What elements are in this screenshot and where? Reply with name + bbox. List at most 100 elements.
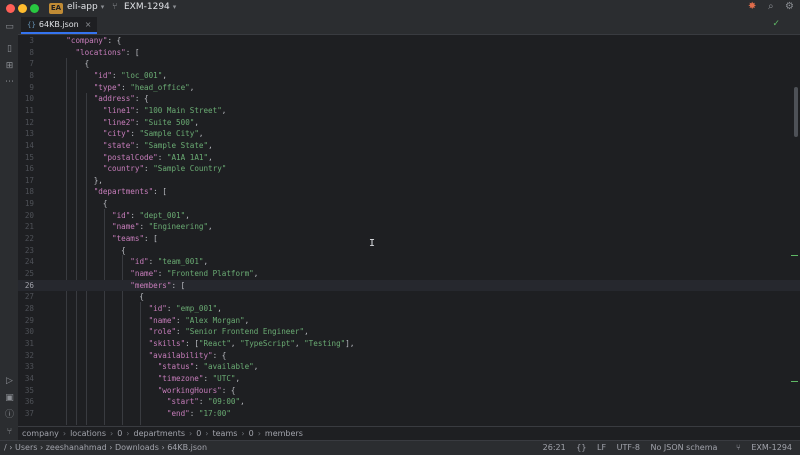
text-cursor-icon: I xyxy=(369,238,376,249)
code-line[interactable]: 28 "id": "emp_001", xyxy=(18,303,800,315)
file-encoding[interactable]: UTF-8 xyxy=(617,443,640,452)
line-number: 12 xyxy=(24,117,34,127)
breadcrumb-separator: › xyxy=(205,429,209,438)
code-line[interactable]: 15 "postalCode": "A1A 1A1", xyxy=(18,152,800,164)
status-branch: ⑂ EXM-1294 xyxy=(728,443,792,452)
code-line[interactable]: 23 { xyxy=(18,245,800,257)
code-line[interactable]: 24 "id": "team_001", xyxy=(18,256,800,268)
code-line[interactable]: 16 "country": "Sample Country" xyxy=(18,163,800,175)
git-branch-icon: ⑂ xyxy=(112,2,118,12)
line-number: 26 xyxy=(24,280,34,290)
editor-tab-bar: {} 64KB.json × ✓ xyxy=(18,17,800,35)
breadcrumb-separator: › xyxy=(189,429,193,438)
zoom-window-button[interactable] xyxy=(30,4,39,13)
terminal-icon[interactable]: ▣ xyxy=(4,393,15,404)
settings-gear-icon[interactable]: ⚙ xyxy=(785,1,794,12)
folder-icon[interactable]: ▭ xyxy=(4,22,15,33)
code-line[interactable]: 13 "city": "Sample City", xyxy=(18,128,800,140)
code-line[interactable]: 10 "address": { xyxy=(18,93,800,105)
code-line[interactable]: 35 "workingHours": { xyxy=(18,385,800,397)
more-icon[interactable]: ⋯ xyxy=(4,77,15,88)
code-line[interactable]: 34 "timezone": "UTC", xyxy=(18,373,800,385)
code-line[interactable]: 27 { xyxy=(18,291,800,303)
code-line[interactable]: 7 { xyxy=(18,58,800,70)
code-text: "timezone": "UTC", xyxy=(157,373,241,383)
close-icon[interactable]: × xyxy=(85,20,92,29)
minimize-window-button[interactable] xyxy=(18,4,27,13)
line-number: 11 xyxy=(24,105,34,115)
code-line[interactable]: 25 "name": "Frontend Platform", xyxy=(18,268,800,280)
title-bar: EA eli-app ▾ ⑂ EXM-1294 ▾ ✸ ⌕ ⚙ xyxy=(0,0,800,18)
code-line[interactable]: 19 { xyxy=(18,198,800,210)
code-line[interactable]: 20 "id": "dept_001", xyxy=(18,210,800,222)
file-tab[interactable]: {} 64KB.json × xyxy=(21,17,98,34)
path-segment[interactable]: › zeeshanahmad xyxy=(37,443,107,452)
code-line[interactable]: 18 "departments": [ xyxy=(18,186,800,198)
line-number: 36 xyxy=(24,397,34,407)
breadcrumb-item[interactable]: members xyxy=(265,429,303,438)
vertical-scrollbar[interactable] xyxy=(794,87,798,137)
breadcrumb-item[interactable]: company xyxy=(22,429,59,438)
path-segment[interactable]: › Downloads xyxy=(107,443,159,452)
code-line[interactable]: 29 "name": "Alex Morgan", xyxy=(18,315,800,327)
code-line[interactable]: 12 "line2": "Suite 500", xyxy=(18,117,800,129)
path-segment[interactable]: › 64KB.json xyxy=(159,443,207,452)
ai-assistant-icon[interactable]: ✸ xyxy=(748,1,756,12)
structure-icon[interactable]: ⊞ xyxy=(4,61,15,72)
json-indicator[interactable]: {} xyxy=(576,443,586,452)
code-line[interactable]: 8 "locations": [ xyxy=(18,47,800,59)
close-window-button[interactable] xyxy=(6,4,15,13)
problems-icon[interactable]: ⓘ xyxy=(4,410,15,421)
status-branch-name[interactable]: EXM-1294 xyxy=(751,443,792,452)
code-line[interactable]: 31 "skills": ["React", "TypeScript", "Te… xyxy=(18,338,800,350)
breadcrumb-item[interactable]: 0 xyxy=(117,429,122,438)
line-ending[interactable]: LF xyxy=(597,443,606,452)
code-line[interactable]: 32 "availability": { xyxy=(18,350,800,362)
code-line[interactable]: 36 "start": "09:00", xyxy=(18,396,800,408)
code-line[interactable]: 14 "state": "Sample State", xyxy=(18,140,800,152)
git-icon[interactable]: ⑂ xyxy=(4,427,15,438)
breadcrumb-item[interactable]: 0 xyxy=(196,429,201,438)
cursor-position[interactable]: 26:21 xyxy=(543,443,566,452)
line-number: 25 xyxy=(24,269,34,278)
code-text: "members": [ xyxy=(130,280,186,290)
line-number: 24 xyxy=(24,257,34,267)
branch-selector[interactable]: EXM-1294 ▾ xyxy=(124,2,176,12)
code-line[interactable]: 9 "type": "head_office", xyxy=(18,82,800,94)
code-line[interactable]: 11 "line1": "100 Main Street", xyxy=(18,105,800,117)
code-line[interactable]: 37 "end": "17:00" xyxy=(18,408,800,420)
code-line[interactable]: 22 "teams": [ xyxy=(18,233,800,245)
code-text: "id": "team_001", xyxy=(130,257,209,267)
line-number: 22 xyxy=(24,234,34,244)
code-text: "locations": [ xyxy=(75,47,140,57)
code-line[interactable]: 21 "name": "Engineering", xyxy=(18,221,800,233)
breadcrumb-item[interactable]: departments xyxy=(134,429,186,438)
code-line[interactable]: 3 "company": { xyxy=(18,35,800,47)
code-line[interactable]: 33 "status": "available", xyxy=(18,361,800,373)
code-text: { xyxy=(48,292,145,302)
breadcrumb-separator: › xyxy=(126,429,130,438)
code-line[interactable]: 26 "members": [ xyxy=(18,279,800,292)
line-number: 19 xyxy=(24,199,34,209)
bookmark-icon[interactable]: ▯ xyxy=(4,44,15,55)
project-selector[interactable]: eli-app ▾ xyxy=(67,2,104,12)
code-text: { xyxy=(48,59,90,69)
code-text: }, xyxy=(48,175,103,185)
code-line[interactable]: 17 }, xyxy=(18,175,800,187)
json-schema[interactable]: No JSON schema xyxy=(650,443,717,452)
status-bar: / › Users › zeeshanahmad › Downloads › 6… xyxy=(0,440,800,455)
code-text: "line2": "Suite 500", xyxy=(102,117,199,127)
file-path[interactable]: / › Users › zeeshanahmad › Downloads › 6… xyxy=(4,441,207,454)
run-icon[interactable]: ▷ xyxy=(4,376,15,387)
code-editor[interactable]: 3 "company": {8 "locations": [7 {8 "id":… xyxy=(18,35,800,425)
search-icon[interactable]: ⌕ xyxy=(768,1,774,12)
code-text: "postalCode": "A1A 1A1", xyxy=(102,152,213,162)
breadcrumb-item[interactable]: teams xyxy=(213,429,238,438)
breadcrumb-item[interactable]: 0 xyxy=(249,429,254,438)
code-text: "address": { xyxy=(93,94,149,104)
code-line[interactable]: 30 "role": "Senior Frontend Engineer", xyxy=(18,326,800,338)
code-text: "availability": { xyxy=(148,350,227,360)
code-line[interactable]: 8 "id": "loc_001", xyxy=(18,70,800,82)
breadcrumb-item[interactable]: locations xyxy=(70,429,106,438)
path-segment[interactable]: › Users xyxy=(9,443,37,452)
